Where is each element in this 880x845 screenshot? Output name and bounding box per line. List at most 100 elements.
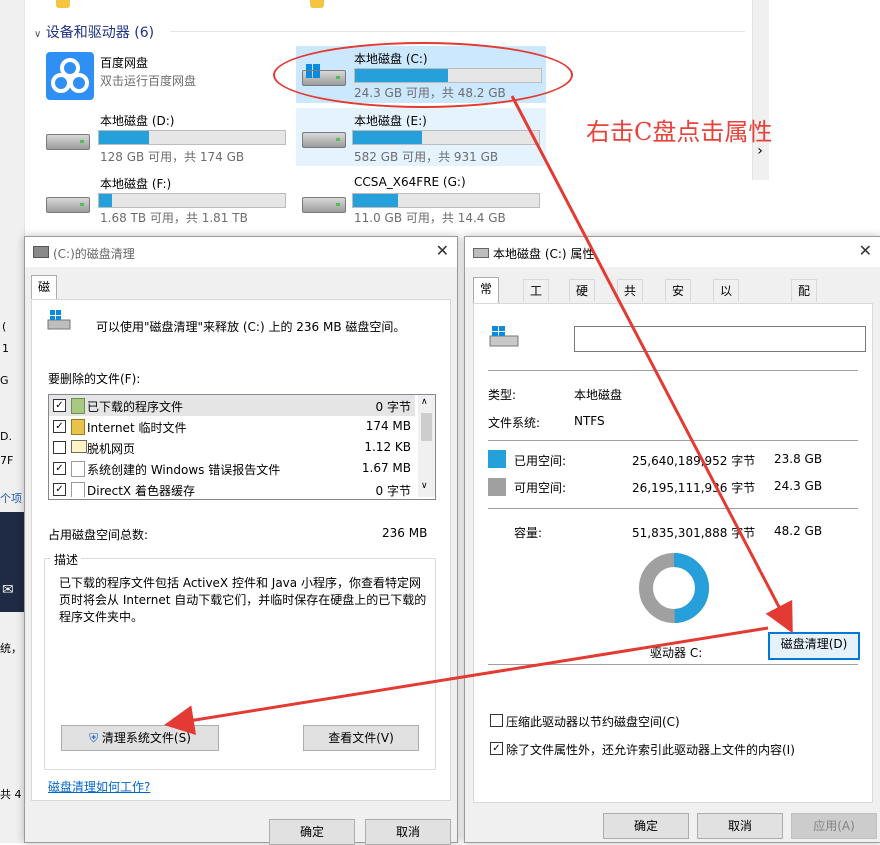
drive-e[interactable]: 本地磁盘 (E:) 582 GB 可用，共 931 GB xyxy=(296,108,546,166)
file-name: 脱机网页 xyxy=(87,442,136,456)
free-space-gb: 24.3 GB xyxy=(774,479,823,493)
scroll-thumb[interactable] xyxy=(421,413,432,441)
tab-previous-versions[interactable]: 以前的版本 xyxy=(713,279,740,386)
button-label: 清理系统文件(S) xyxy=(101,731,191,745)
chevron-down-icon[interactable]: ∨ xyxy=(421,481,428,491)
help-link[interactable]: 磁盘清理如何工作? xyxy=(48,778,150,795)
compress-label[interactable]: 压缩此驱动器以节约磁盘空间(C) xyxy=(506,713,680,730)
tab-disk-cleanup[interactable]: 磁盘清理 xyxy=(31,275,58,360)
chevron-down-icon: ∨ xyxy=(34,29,42,40)
annotation-text: 右击C盘点击属性 xyxy=(586,118,773,146)
type-value: 本地磁盘 xyxy=(574,388,623,402)
tab-hardware[interactable]: 硬件 xyxy=(569,279,596,320)
file-checkbox[interactable]: ✓ xyxy=(53,420,66,433)
left-fragment: 1 xyxy=(2,342,9,355)
annotation-ellipse xyxy=(273,42,573,108)
file-checkbox[interactable]: ✓ xyxy=(53,462,66,475)
drive-free-text: 128 GB 可用，共 174 GB xyxy=(100,150,245,164)
hard-drive-icon xyxy=(46,134,90,150)
file-size: 0 字节 xyxy=(375,400,411,414)
used-space-bytes: 25,640,189,952 字节 xyxy=(632,454,756,468)
hard-drive-icon xyxy=(46,197,90,213)
index-checkbox[interactable]: ✓ xyxy=(490,742,503,755)
chevron-up-icon[interactable]: ∧ xyxy=(421,397,428,407)
drive-name: 本地磁盘 (D:) xyxy=(100,114,175,128)
clean-system-files-button[interactable]: ⛨ 清理系统文件(S) xyxy=(61,725,219,751)
description-group: 描述 已下载的程序文件包括 ActiveX 控件和 Java 小程序，你查看特定… xyxy=(44,551,436,770)
compress-checkbox[interactable] xyxy=(490,714,503,727)
drive-d[interactable]: 本地磁盘 (D:) 128 GB 可用，共 174 GB xyxy=(42,110,292,166)
devices-section-header[interactable]: ∨ 设备和驱动器 (6) xyxy=(34,22,154,42)
cleanup-panel: 可以使用"磁盘清理"来释放 (C:) 上的 236 MB 磁盘空间。 要删除的文… xyxy=(31,299,451,801)
cleanup-intro: 可以使用"磁盘清理"来释放 (C:) 上的 236 MB 磁盘空间。 xyxy=(96,320,406,334)
usage-donut xyxy=(639,553,709,623)
disk-cleanup-dialog: (C:)的磁盘清理 ✕ 磁盘清理 可以使用"磁盘清理"来释放 (C:) 上的 2… xyxy=(24,236,458,845)
total-label: 占用磁盘空间总数: xyxy=(48,528,149,542)
title-bar: 本地磁盘 (C:) 属性 ✕ xyxy=(465,237,880,267)
list-item[interactable]: ✓ 系统创建的 Windows 错误报告文件 1.67 MB xyxy=(49,458,415,479)
view-files-button[interactable]: 查看文件(V) xyxy=(303,725,419,751)
hard-drive-icon xyxy=(302,197,346,213)
drive-usage-bar xyxy=(352,193,540,208)
file-name: Internet 临时文件 xyxy=(87,421,187,435)
divider xyxy=(488,664,858,665)
drive-name: CCSA_X64FRE (G:) xyxy=(354,175,466,189)
capacity-gb: 48.2 GB xyxy=(774,524,823,538)
mail-icon: ✉ xyxy=(2,582,14,598)
file-checkbox[interactable] xyxy=(53,441,66,454)
apply-button[interactable]: 应用(A) xyxy=(791,813,877,839)
drive-free-text: 1.68 TB 可用，共 1.81 TB xyxy=(100,211,248,225)
left-fragment: D. xyxy=(0,430,12,443)
title-bar: (C:)的磁盘清理 ✕ xyxy=(25,237,457,267)
file-checkbox[interactable]: ✓ xyxy=(53,399,66,412)
tab-security[interactable]: 安全 xyxy=(665,279,692,320)
close-icon[interactable]: ✕ xyxy=(859,241,872,260)
web-page-icon xyxy=(71,440,87,453)
window-title: 本地磁盘 (C:) 属性 xyxy=(493,247,595,261)
ok-button[interactable]: 确定 xyxy=(269,819,355,845)
left-fragment: 7F xyxy=(0,454,14,467)
drive-g[interactable]: CCSA_X64FRE (G:) 11.0 GB 可用，共 14.4 GB xyxy=(296,173,546,229)
tab-tools[interactable]: 工具 xyxy=(523,279,550,320)
file-size: 1.67 MB xyxy=(361,461,411,475)
left-fragment: ( xyxy=(2,320,7,333)
type-label: 类型: xyxy=(488,388,517,402)
used-space-label: 已用空间: xyxy=(514,454,567,468)
file-checkbox[interactable]: ✓ xyxy=(53,483,66,496)
file-name: DirectX 着色器缓存 xyxy=(87,484,195,497)
drive-icon xyxy=(473,248,489,258)
drive-name: 百度网盘 xyxy=(100,56,149,70)
drive-usage-fill xyxy=(353,194,398,207)
list-item[interactable]: ✓ DirectX 着色器缓存 0 字节 xyxy=(49,479,415,497)
divider xyxy=(488,440,858,441)
cancel-button[interactable]: 取消 xyxy=(697,813,783,839)
drive-f[interactable]: 本地磁盘 (F:) 1.68 TB 可用，共 1.81 TB xyxy=(42,173,292,229)
free-space-swatch xyxy=(488,478,506,496)
lock-icon xyxy=(71,419,85,435)
baidu-netdisk-icon xyxy=(46,52,94,100)
folder-icon xyxy=(310,0,324,8)
tab-quota[interactable]: 配额 xyxy=(791,279,818,320)
drive-usage-fill xyxy=(353,131,422,144)
list-item[interactable]: 脱机网页 1.12 KB xyxy=(49,437,415,458)
files-list[interactable]: ✓ 已下载的程序文件 0 字节 ✓ Internet 临时文件 174 MB 脱… xyxy=(48,394,436,500)
volume-label-input[interactable] xyxy=(574,326,866,352)
list-item[interactable]: ✓ 已下载的程序文件 0 字节 xyxy=(49,395,415,416)
description-text: 已下载的程序文件包括 ActiveX 控件和 Java 小程序，你查看特定网页时… xyxy=(59,576,427,624)
tab-general[interactable]: 常规 xyxy=(473,277,500,318)
drive-baidu-netdisk[interactable]: 百度网盘 双击运行百度网盘 xyxy=(42,48,282,104)
close-icon[interactable]: ✕ xyxy=(436,241,449,260)
cancel-button[interactable]: 取消 xyxy=(365,819,451,845)
disk-cleanup-button[interactable]: 磁盘清理(D) xyxy=(768,632,860,660)
ok-button[interactable]: 确定 xyxy=(603,813,689,839)
list-item[interactable]: ✓ Internet 临时文件 174 MB xyxy=(49,416,415,437)
files-scrollbar[interactable]: ∧ ∨ xyxy=(418,395,435,497)
free-space-label: 可用空间: xyxy=(514,481,567,495)
explorer-left-strip: ( 1 G D. 7F 个项 ✉ 统， 共 4 xyxy=(0,0,25,843)
index-label[interactable]: 除了文件属性外，还允许索引此驱动器上文件的内容(I) xyxy=(506,741,795,758)
drive-usage-fill xyxy=(99,194,113,207)
drive-properties-dialog: 本地磁盘 (C:) 属性 ✕ 常规 工具 硬件 共享 安全 以前的版本 配额 类… xyxy=(464,236,880,843)
divider xyxy=(488,508,858,509)
tab-sharing[interactable]: 共享 xyxy=(617,279,644,320)
file-icon xyxy=(71,482,85,497)
